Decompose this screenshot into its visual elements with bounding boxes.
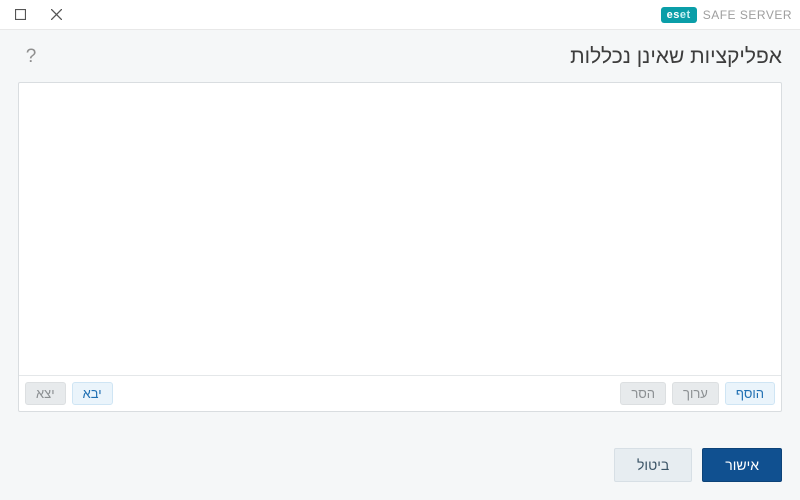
add-button[interactable]: הוסף <box>725 382 775 405</box>
help-icon: ? <box>26 46 37 68</box>
close-button[interactable] <box>44 3 68 27</box>
import-button[interactable]: יבא <box>72 382 113 405</box>
page-title: אפליקציות שאינן נכללות <box>570 45 782 69</box>
header-row: אפליקציות שאינן נכללות ? <box>18 44 782 70</box>
exclusions-panel: הוסף ערוך הסר יבא יצא <box>18 82 782 412</box>
panel-toolbar: הוסף ערוך הסר יבא יצא <box>19 375 781 411</box>
cancel-button[interactable]: ביטול <box>614 448 692 482</box>
title-bar: eset SAFE SERVER <box>0 0 800 30</box>
brand-logo: eset <box>661 7 697 23</box>
toolbar-spacer <box>119 382 615 405</box>
brand-product: SAFE SERVER <box>703 8 792 22</box>
close-icon <box>51 9 62 20</box>
exclusions-list[interactable] <box>19 83 781 375</box>
maximize-button[interactable] <box>8 3 32 27</box>
export-button[interactable]: יצא <box>25 382 66 405</box>
help-button[interactable]: ? <box>18 44 44 70</box>
content-area: אפליקציות שאינן נכללות ? הוסף ערוך הסר י… <box>0 30 800 430</box>
brand: eset SAFE SERVER <box>661 7 792 23</box>
edit-button[interactable]: ערוך <box>672 382 719 405</box>
remove-button[interactable]: הסר <box>620 382 666 405</box>
ok-button[interactable]: אישור <box>702 448 782 482</box>
dialog-footer: אישור ביטול <box>0 430 800 500</box>
maximize-icon <box>15 9 26 20</box>
